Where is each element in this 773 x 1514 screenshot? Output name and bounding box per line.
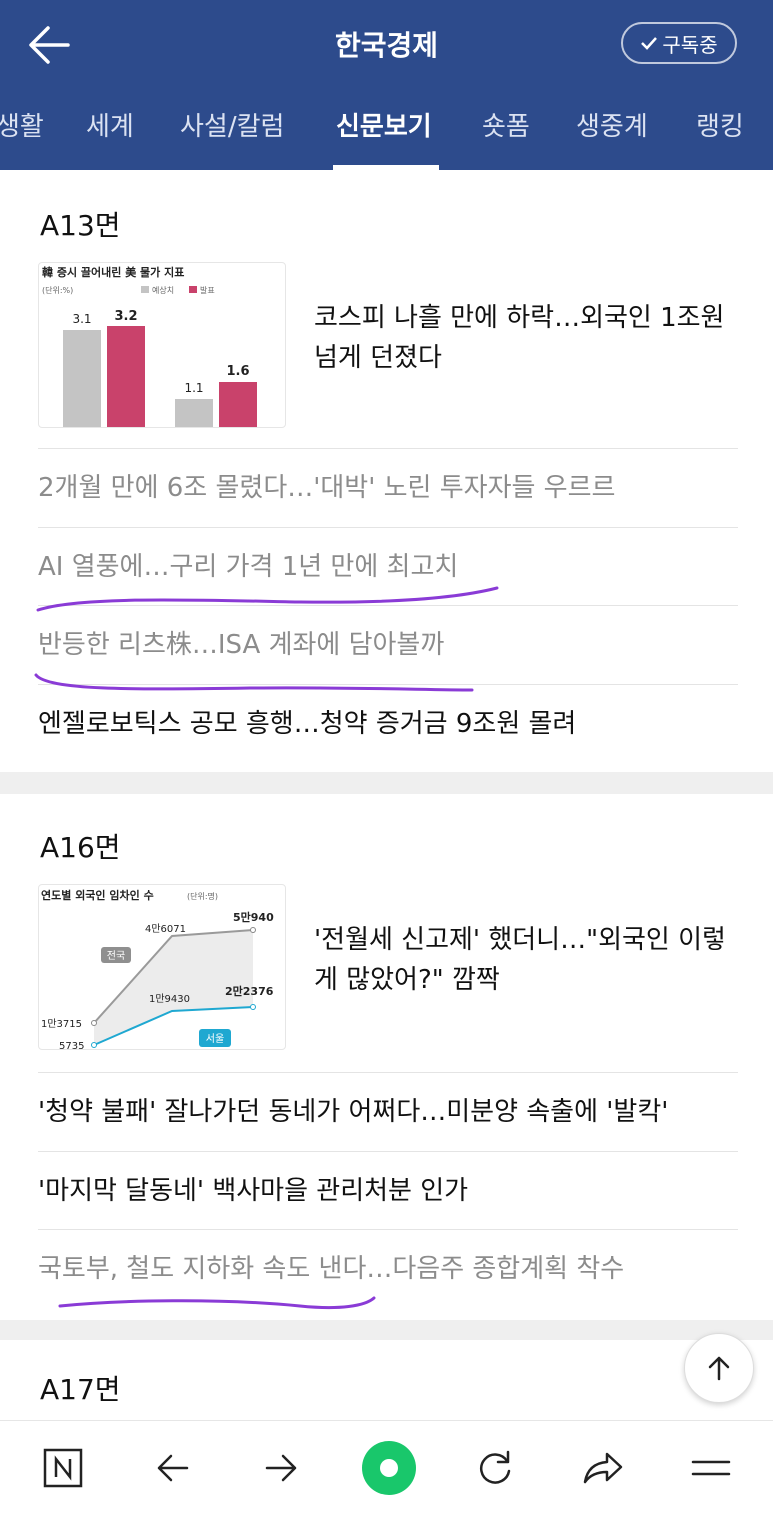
bottom-navigation <box>0 1420 773 1514</box>
bar-group1-expected <box>63 330 101 427</box>
lead-article[interactable]: 연도별 외국인 임차인 수 (단위:명) 1만3715 4만6071 5만940… <box>38 884 738 1052</box>
category-tabs: 생활 세계 사설/칼럼 신문보기 숏폼 생중계 랭킹 <box>0 88 773 170</box>
line-chart-thumbnail: 연도별 외국인 임차인 수 (단위:명) 1만3715 4만6071 5만940… <box>41 888 274 1050</box>
tab-life[interactable]: 생활 <box>0 106 44 143</box>
legend-swatch-actual <box>189 286 197 293</box>
bar-label: 3.2 <box>114 309 137 324</box>
bar-group2-expected <box>175 399 213 427</box>
point-label: 4만6071 <box>145 923 186 935</box>
naver-home-icon <box>43 1448 83 1488</box>
point-label: 1만3715 <box>41 1018 82 1030</box>
share-icon <box>583 1452 623 1484</box>
arrow-up-icon <box>708 1356 730 1381</box>
article-thumbnail: 연도별 외국인 임차인 수 (단위:명) 1만3715 4만6071 5만940… <box>38 884 286 1050</box>
tab-live[interactable]: 생중계 <box>576 106 648 143</box>
legend-swatch-expected <box>141 286 149 293</box>
back-arrow-icon <box>157 1454 189 1482</box>
article-row[interactable]: 엔젤로보틱스 공모 흥행…청약 증거금 9조원 몰려 <box>38 684 738 762</box>
section-title: A13면 <box>40 209 121 242</box>
menu-button[interactable] <box>684 1441 738 1495</box>
naver-home-button[interactable] <box>36 1441 90 1495</box>
lead-headline: 코스피 나흘 만에 하락…외국인 1조원 넘게 던졌다 <box>314 303 725 373</box>
legend-actual: 발표 <box>200 285 215 295</box>
bar-chart-thumbnail: 韓 증시 끌어내린 美 물가 지표 (단위:%) 예상치 발표 3.1 3.2 … <box>42 265 257 427</box>
point <box>91 1042 97 1048</box>
section-title: A16면 <box>40 831 121 864</box>
forward-arrow-icon <box>265 1454 297 1482</box>
badge-seoul-label: 서울 <box>206 1033 224 1045</box>
bar-label: 1.1 <box>184 381 203 395</box>
badge-national-label: 전국 <box>107 950 125 962</box>
forward-nav-button[interactable] <box>254 1441 308 1495</box>
section-a17: A17면 <box>0 1340 773 1420</box>
point-label: 5만940 <box>233 910 274 924</box>
point <box>250 927 256 933</box>
share-button[interactable] <box>576 1441 630 1495</box>
tab-shortform[interactable]: 숏폼 <box>482 106 530 143</box>
article-row[interactable]: 2개월 만에 6조 몰렸다…'대박' 노린 투자자들 우르르 <box>38 448 738 526</box>
green-dot-icon <box>362 1441 416 1495</box>
article-row[interactable]: 국토부, 철도 지하화 속도 낸다…다음주 종합계획 착수 <box>38 1229 738 1307</box>
bar-label: 3.1 <box>72 312 91 326</box>
thumb-chart-title: 韓 증시 끌어내린 美 물가 지표 <box>42 265 184 279</box>
top-bar: 한국경제 구독중 <box>0 0 773 88</box>
point-label: 2만2376 <box>225 984 274 998</box>
subscribe-label: 구독중 <box>662 32 718 57</box>
green-dot-button[interactable] <box>360 1439 418 1497</box>
back-nav-button[interactable] <box>146 1441 200 1495</box>
refresh-icon <box>480 1450 511 1484</box>
section-a13: A13면 韓 증시 끌어내린 美 물가 지표 (단위:%) 예상치 발표 3.1… <box>0 170 773 772</box>
app-header: 한국경제 구독중 생활 세계 사설/칼럼 신문보기 숏폼 생중계 랭킹 <box>0 0 773 170</box>
thumb-chart-title: 연도별 외국인 임차인 수 <box>41 888 154 902</box>
point <box>250 1004 256 1010</box>
section-title: A17면 <box>40 1373 121 1406</box>
thumb-chart-unit: (단위:%) <box>42 285 73 295</box>
article-row[interactable]: AI 열풍에…구리 가격 1년 만에 최고치 <box>38 527 738 605</box>
lead-article[interactable]: 韓 증시 끌어내린 美 물가 지표 (단위:%) 예상치 발표 3.1 3.2 … <box>38 262 738 430</box>
section-divider <box>0 772 773 794</box>
point-label: 5735 <box>59 1041 84 1050</box>
legend-expected: 예상치 <box>152 285 174 295</box>
point-label: 1만9430 <box>149 993 190 1005</box>
tab-ranking[interactable]: 랭킹 <box>696 106 744 143</box>
article-row[interactable]: '청약 불패' 잘나가던 동네가 어쩌다…미분양 속출에 '발칵' <box>38 1072 738 1150</box>
tab-world[interactable]: 세계 <box>86 106 134 143</box>
subscribe-button[interactable]: 구독중 <box>621 22 737 64</box>
scroll-top-button[interactable] <box>684 1333 754 1403</box>
article-row[interactable]: 반등한 리츠株…ISA 계좌에 담아볼까 <box>38 605 738 683</box>
section-a16: A16면 연도별 외국인 임차인 수 (단위:명) 1만3715 4만6071 … <box>0 794 773 1320</box>
article-row[interactable]: '마지막 달동네' 백사마을 관리처분 인가 <box>38 1151 738 1229</box>
point <box>91 1020 97 1026</box>
check-icon <box>641 37 658 50</box>
thumb-chart-unit: (단위:명) <box>187 891 218 901</box>
bar-label: 1.6 <box>226 364 249 379</box>
bar-group1-actual <box>107 326 145 427</box>
tab-editorial[interactable]: 사설/칼럼 <box>180 106 284 143</box>
menu-icon <box>691 1460 731 1476</box>
section-divider <box>0 1320 773 1340</box>
tab-newspaper[interactable]: 신문보기 <box>336 106 432 143</box>
lead-headline: '전월세 신고제' 했더니…"외국인 이렇게 많았어?" 깜짝 <box>314 925 726 995</box>
refresh-button[interactable] <box>468 1441 522 1495</box>
bar-group2-actual <box>219 382 257 427</box>
article-thumbnail: 韓 증시 끌어내린 美 물가 지표 (단위:%) 예상치 발표 3.1 3.2 … <box>38 262 286 428</box>
